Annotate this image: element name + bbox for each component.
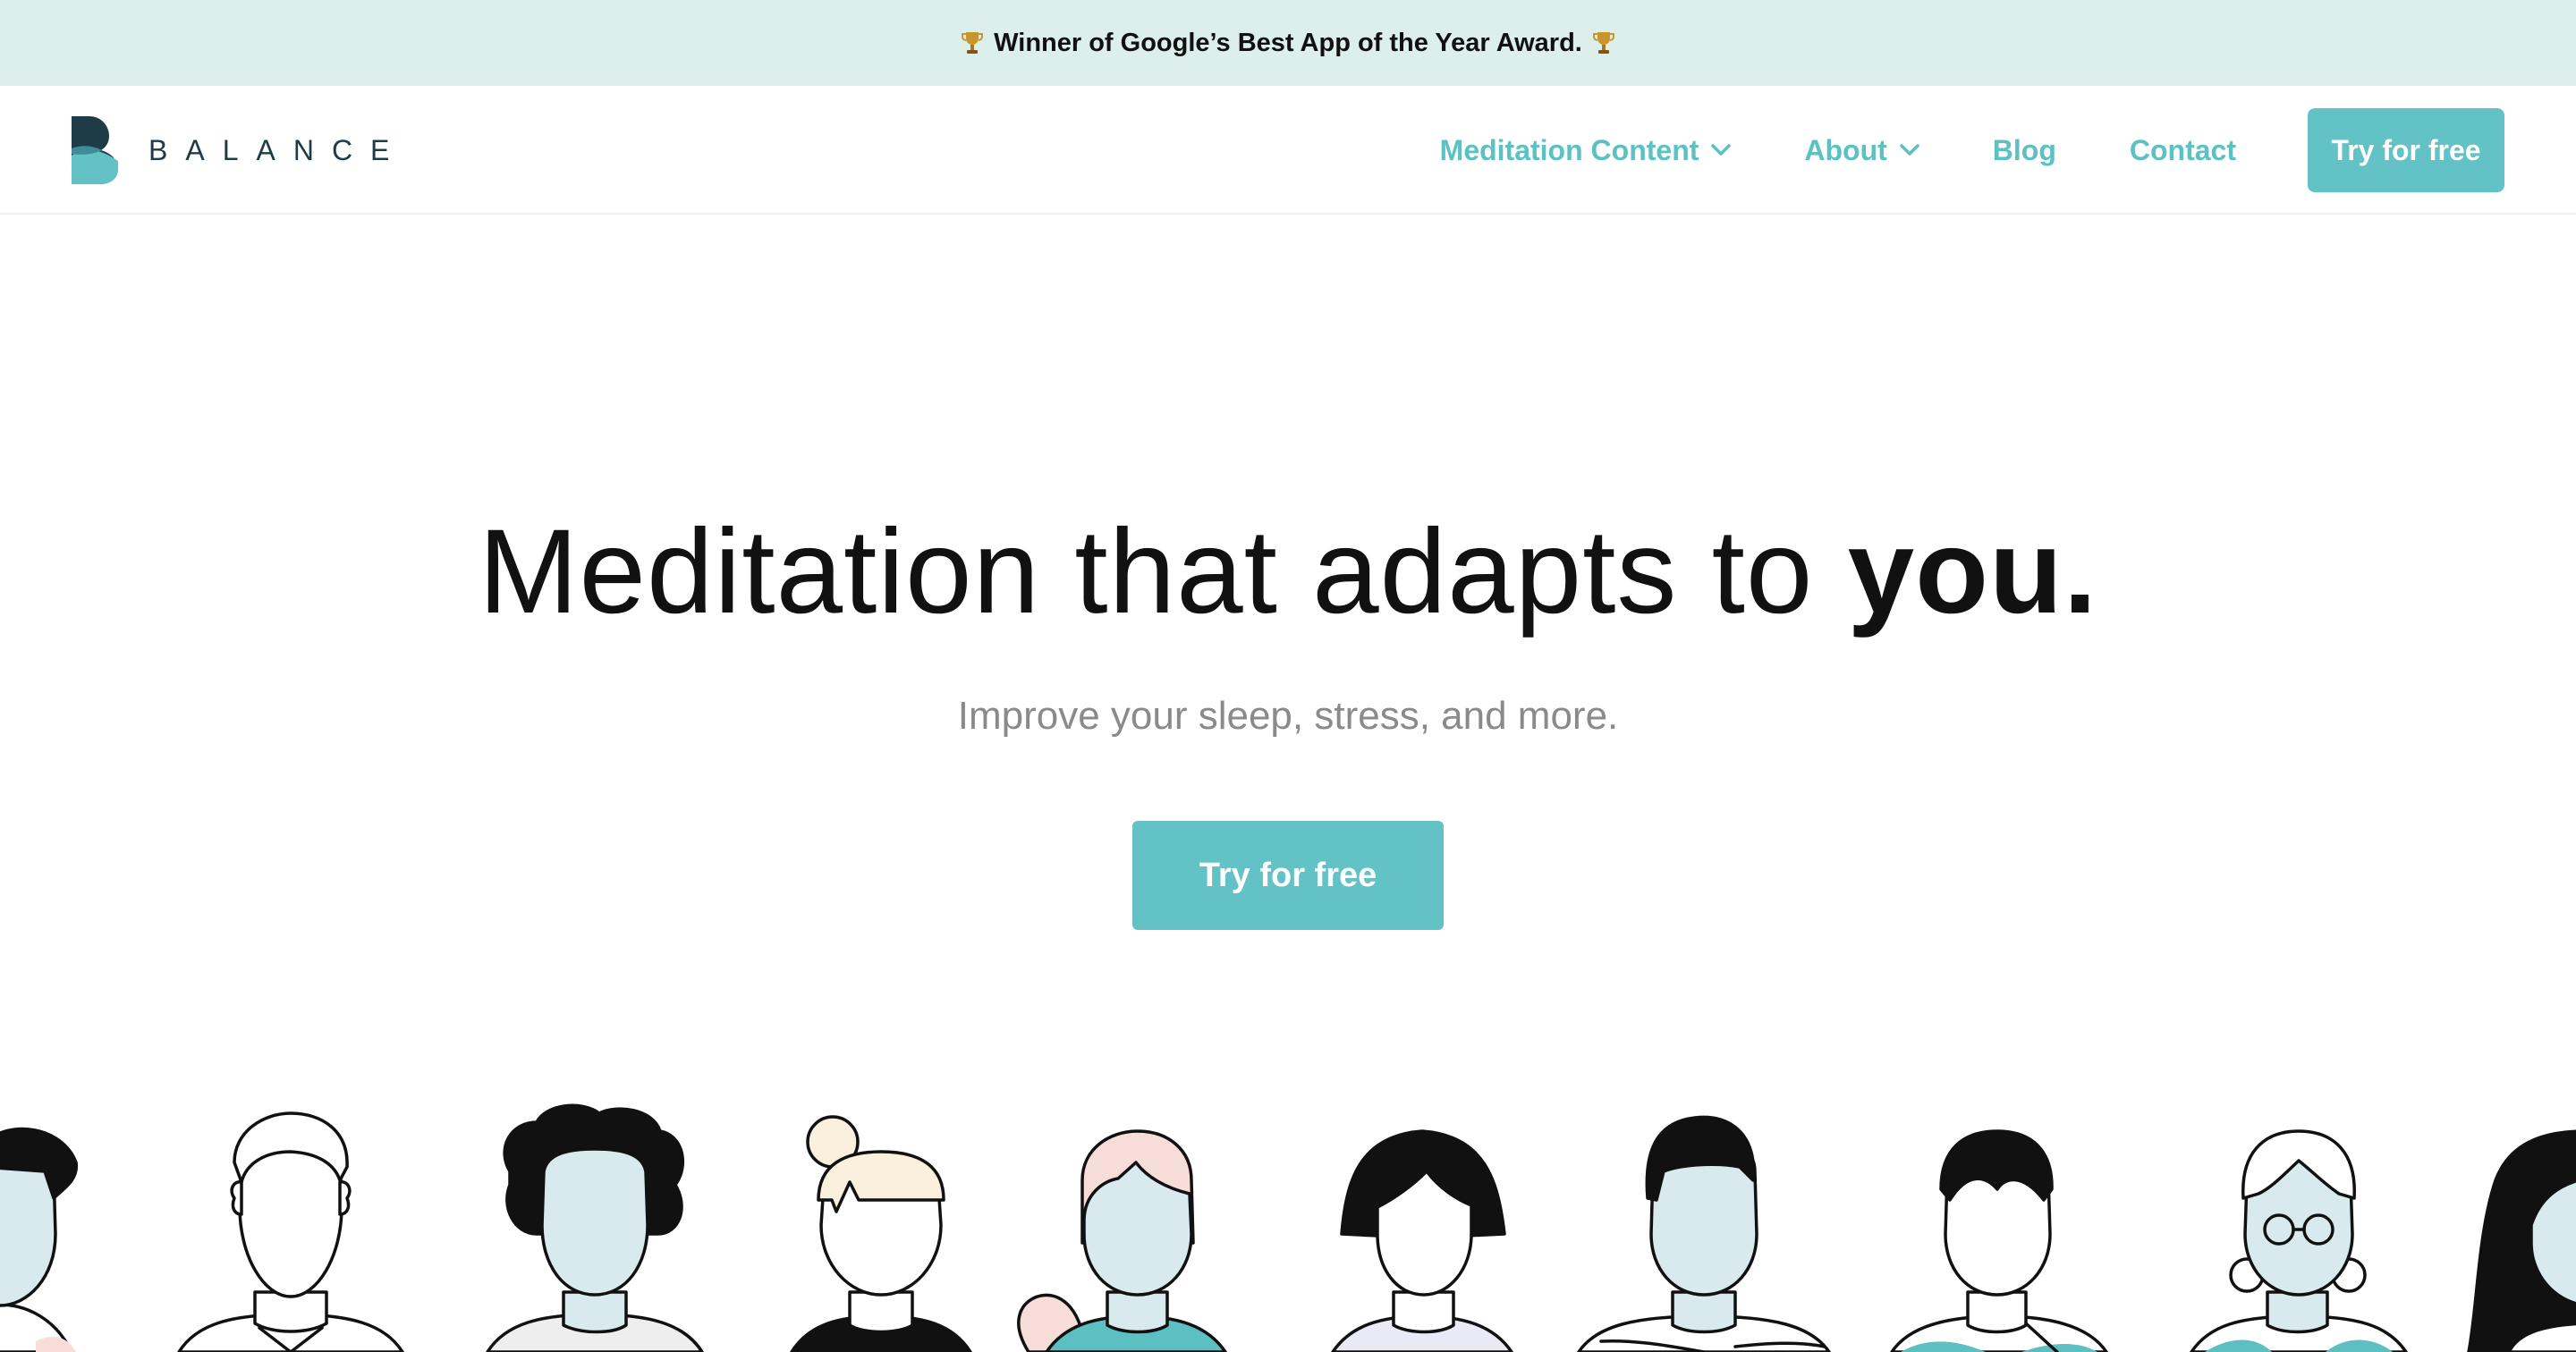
person-4: [790, 1115, 972, 1352]
award-banner: Winner of Google’s Best App of the Year …: [0, 0, 2576, 86]
nav-label: Contact: [2129, 133, 2236, 166]
nav-meditation-content[interactable]: Meditation Content: [1440, 134, 1732, 167]
person-6: [1331, 1129, 1513, 1352]
chevron-down-icon: [1900, 144, 1919, 156]
nav-label: Blog: [1992, 133, 2056, 166]
logo-text: BALANCE: [148, 133, 408, 166]
nav-contact[interactable]: Contact: [2130, 134, 2236, 167]
balance-logo-icon: [72, 116, 118, 184]
hero-subtitle: Improve your sleep, stress, and more.: [957, 694, 1619, 738]
person-7: [1577, 1115, 1831, 1352]
hero-title-emphasis: you.: [1847, 505, 2098, 638]
logo-link[interactable]: BALANCE: [72, 116, 407, 184]
person-5: [1017, 1129, 1227, 1352]
person-3: [486, 1103, 704, 1352]
banner-text: Winner of Google’s Best App of the Year …: [994, 28, 1582, 57]
nav-blog[interactable]: Blog: [1993, 134, 2056, 167]
site-header: BALANCE Meditation Content About Blog Co…: [0, 86, 2576, 215]
trophy-icon: [962, 32, 984, 54]
person-2: [177, 1111, 404, 1352]
nav-label: Meditation Content: [1439, 133, 1699, 166]
person-9: [2190, 1129, 2408, 1352]
hero-title-prefix: Meditation that adapts to: [478, 505, 1848, 638]
nav-about[interactable]: About: [1804, 134, 1919, 167]
person-10: [2467, 1129, 2576, 1352]
nav-label: About: [1804, 133, 1887, 166]
person-1: [0, 1127, 78, 1352]
main-nav: Meditation Content About Blog Contact Tr…: [1440, 86, 2576, 215]
people-illustration: .ln { stroke: #111; stroke-width: 3.5; s…: [0, 1103, 2576, 1352]
trophy-icon: [1592, 32, 1614, 54]
header-try-free-button[interactable]: Try for free: [2308, 108, 2504, 192]
hero-title: Meditation that adapts to you.: [0, 501, 2576, 644]
chevron-down-icon: [1711, 144, 1732, 156]
person-8: [1890, 1129, 2108, 1352]
hero-try-free-button[interactable]: Try for free: [1132, 821, 1444, 930]
